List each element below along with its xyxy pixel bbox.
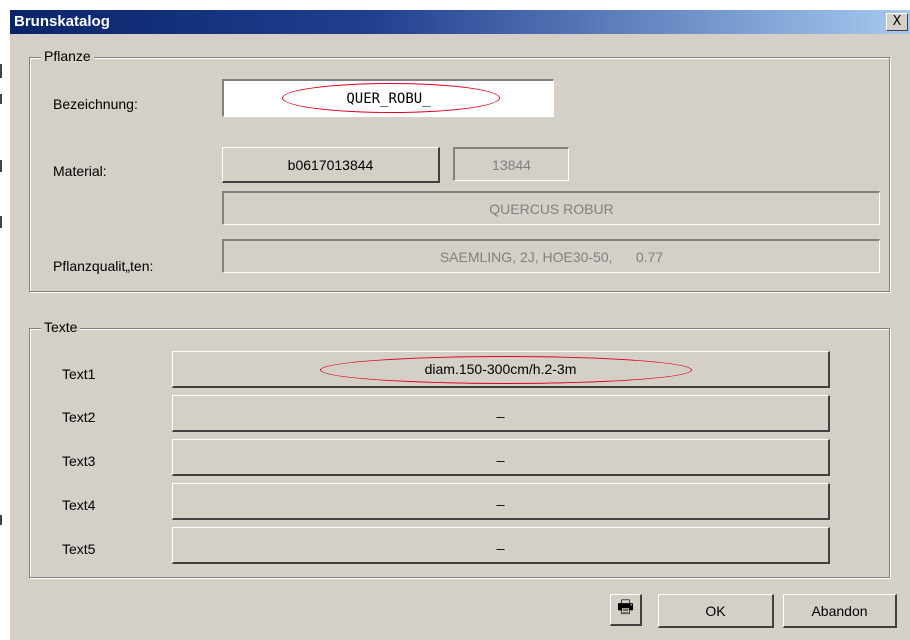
texte-legend: Texte — [41, 319, 81, 335]
material-label: Material: — [53, 163, 107, 179]
text1-button[interactable]: diam.150-300cm/h.2-3m — [172, 351, 830, 388]
material-name-field: QUERCUS ROBUR — [222, 191, 880, 225]
abandon-button[interactable]: Abandon — [783, 594, 897, 628]
text4-button[interactable]: _ — [172, 483, 830, 520]
title-bar[interactable]: Brunskatalog X — [10, 10, 910, 34]
pflanze-legend: Pflanze — [41, 48, 94, 64]
text5-label: Text5 — [62, 541, 96, 557]
ok-button[interactable]: OK — [658, 594, 774, 628]
text5-button[interactable]: _ — [172, 527, 830, 564]
brunskatalog-dialog: Brunskatalog X Pflanze Bezeichnung: QUER… — [10, 10, 910, 640]
desktop-edge-mark — [0, 64, 2, 78]
print-button[interactable]: 🖶 — [610, 594, 642, 626]
desktop-edge-mark — [0, 515, 2, 525]
window-title: Brunskatalog — [14, 13, 110, 30]
text2-label: Text2 — [62, 409, 96, 425]
text3-button[interactable]: _ — [172, 439, 830, 476]
bezeichnung-label: Bezeichnung: — [53, 96, 138, 112]
pflanzqualitaeten-label: Pflanzqualit„ten: — [53, 258, 154, 274]
printer-icon: 🖶 — [617, 596, 634, 617]
text2-button[interactable]: _ — [172, 395, 830, 432]
text4-label: Text4 — [62, 497, 96, 513]
bezeichnung-field[interactable]: QUER_ROBU_ — [222, 79, 554, 117]
close-icon: X — [892, 14, 902, 29]
pflanzqualitaeten-field: SAEMLING, 2J, HOE30-50, 0.77 — [222, 239, 880, 273]
desktop-edge-mark — [0, 216, 2, 228]
desktop-edge-mark — [0, 160, 2, 172]
text3-label: Text3 — [62, 453, 96, 469]
material-button[interactable]: b0617013844 — [222, 147, 440, 183]
text1-label: Text1 — [62, 366, 96, 382]
desktop-edge-mark — [0, 94, 2, 104]
material-number-field: 13844 — [453, 147, 569, 181]
close-button[interactable]: X — [886, 13, 908, 31]
